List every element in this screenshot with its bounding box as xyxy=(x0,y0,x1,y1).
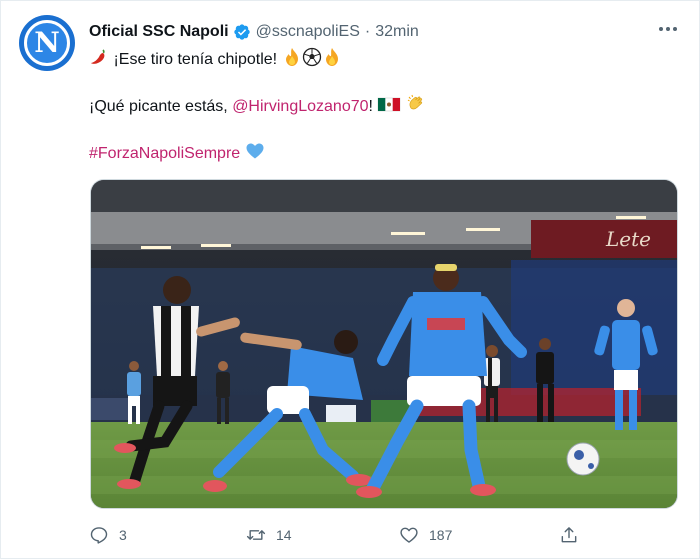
mention-link[interactable]: @HirvingLozano70 xyxy=(232,98,368,115)
hot-pepper-icon xyxy=(91,49,105,64)
more-options-icon[interactable] xyxy=(659,27,677,31)
tweet-sentence-1: ¡Ese tiro tenía chipotle! xyxy=(113,51,278,68)
tweet-text-line1: ¡Ese tiro tenía chipotle! xyxy=(89,47,342,71)
retweet-button[interactable]: 14 xyxy=(246,521,292,549)
tweet-card[interactable]: N Oficial SSC Napoli @sscnapoliES · 32mi… xyxy=(0,0,700,559)
reply-count: 3 xyxy=(119,527,127,543)
blue-heart-icon xyxy=(246,143,264,159)
reply-icon xyxy=(90,527,108,544)
tweet-text-line3: #ForzaNapoliSempre xyxy=(89,141,265,165)
share-icon xyxy=(561,527,577,543)
retweet-icon xyxy=(246,530,266,540)
mexico-flag-icon xyxy=(378,97,401,112)
avatar[interactable]: N xyxy=(19,15,75,71)
tweet-photo[interactable]: Lete xyxy=(90,179,678,509)
reply-button[interactable]: 3 xyxy=(89,521,127,549)
hashtag-link[interactable]: #ForzaNapoliSempre xyxy=(89,145,240,162)
avatar-letter: N xyxy=(34,26,60,59)
tweet-sentence-2-end: ! xyxy=(368,98,373,115)
tweet-sentence-2: ¡Qué picante estás, xyxy=(89,98,233,115)
share-button[interactable] xyxy=(559,521,579,549)
author-handle[interactable]: @sscnapoliES xyxy=(256,23,360,41)
fire-icon xyxy=(325,48,338,66)
napoli-logo-icon: N xyxy=(24,20,70,66)
author-name[interactable]: Oficial SSC Napoli xyxy=(89,23,229,41)
verified-badge-icon xyxy=(233,24,250,40)
like-count: 187 xyxy=(429,527,453,543)
retweet-count: 14 xyxy=(276,527,292,543)
soccer-ball-icon xyxy=(302,47,321,67)
tweet-actions: 3 14 187 xyxy=(89,521,589,549)
tweet-text-line2: ¡Qué picante estás, @HirvingLozano70! xyxy=(89,94,426,118)
like-button[interactable]: 187 xyxy=(399,521,452,549)
sponsor-banner: Lete xyxy=(605,227,651,251)
timestamp[interactable]: 32min xyxy=(375,23,419,41)
match-photo-illustration: Lete xyxy=(91,180,677,508)
tweet-header: Oficial SSC Napoli @sscnapoliES · 32min xyxy=(89,21,419,43)
separator-dot: · xyxy=(364,23,371,40)
fire-icon xyxy=(285,48,298,66)
soccer-ball xyxy=(566,442,600,476)
like-icon xyxy=(400,527,418,543)
clapping-hands-icon xyxy=(407,94,423,110)
